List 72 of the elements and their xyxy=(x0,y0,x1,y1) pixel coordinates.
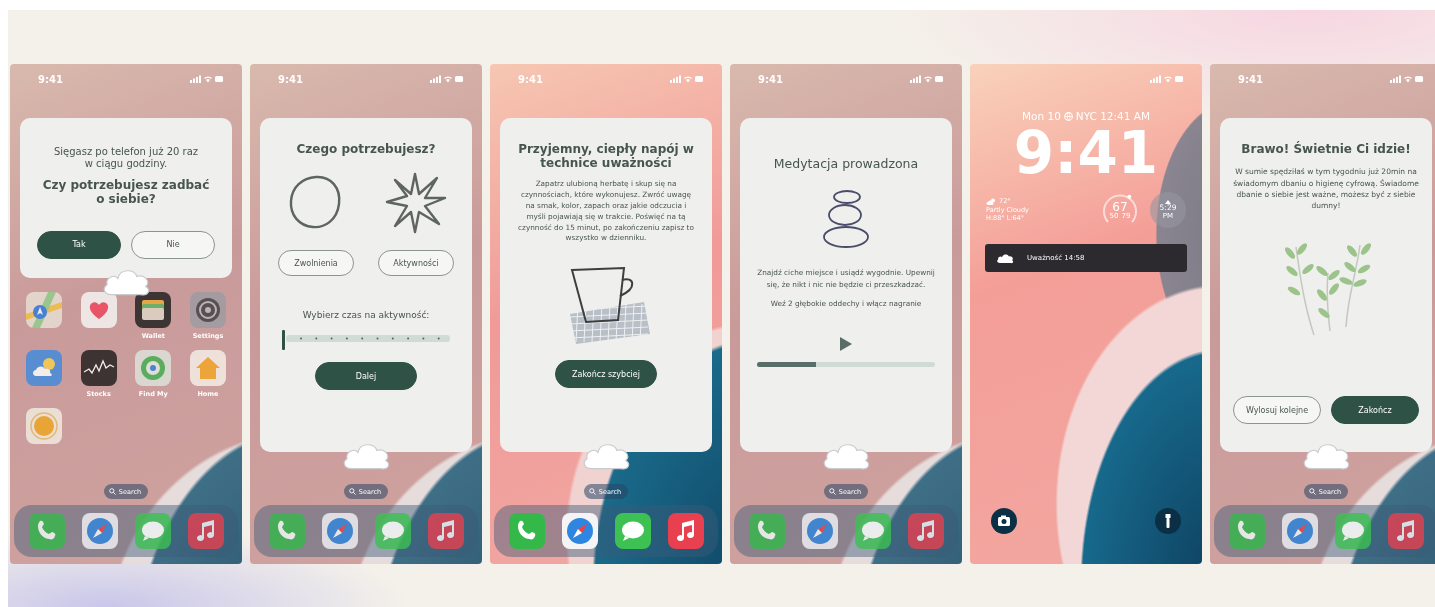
secondary-button[interactable]: Zwolnienia xyxy=(278,250,354,277)
dialog-title: Medytacja prowadzona xyxy=(772,156,920,171)
status-time: 9:41 xyxy=(518,73,543,85)
status-time: 9:41 xyxy=(278,73,303,85)
status-icons xyxy=(670,75,704,83)
globe-icon xyxy=(1063,111,1073,121)
stacked-stones-drawing xyxy=(820,189,872,249)
status-icons xyxy=(190,75,224,83)
music-note-icon[interactable] xyxy=(427,513,464,549)
search-icon xyxy=(588,488,596,495)
camera-icon[interactable] xyxy=(991,508,1017,534)
chat-bubble-icon[interactable] xyxy=(1334,513,1371,549)
phone-icon[interactable] xyxy=(508,513,545,549)
play-icon[interactable] xyxy=(839,336,853,352)
dialog-question: Czy potrzebujesz zadbać o siebie? xyxy=(41,179,211,207)
status-icons xyxy=(430,75,464,83)
time-slider[interactable] xyxy=(282,330,450,347)
search-icon xyxy=(108,488,116,495)
chat-bubble-icon[interactable] xyxy=(134,513,171,549)
dialog-title: Brawo! Świetnie Ci idzie! xyxy=(1240,142,1412,157)
compass-icon[interactable] xyxy=(801,513,838,549)
compass-icon[interactable] xyxy=(561,513,598,549)
slider-thumb[interactable] xyxy=(282,330,285,351)
cloud-icon xyxy=(995,251,1015,265)
cloud-sun-icon xyxy=(986,197,996,205)
music-note-icon[interactable] xyxy=(667,513,704,549)
world-clock: NYC 12:41 AM xyxy=(1075,110,1150,122)
wallet-icon[interactable] xyxy=(135,292,172,328)
status-icons xyxy=(1150,75,1184,83)
phone-icon[interactable] xyxy=(1228,513,1265,549)
music-note-icon[interactable] xyxy=(1387,513,1424,549)
compass-icon[interactable] xyxy=(81,513,118,549)
map-icon[interactable] xyxy=(26,292,62,328)
dialog-title: Czego potrzebujesz? xyxy=(295,142,437,157)
status-icons xyxy=(910,75,944,83)
secondary-button[interactable]: Nie xyxy=(131,230,215,259)
lock-time: 9:41 xyxy=(1013,124,1159,182)
secondary-button[interactable]: Wylosuj kolejne xyxy=(1233,396,1321,424)
phone-icon[interactable] xyxy=(748,513,785,549)
search-icon xyxy=(828,488,836,495)
chat-bubble-icon[interactable] xyxy=(374,513,411,549)
phone-icon[interactable] xyxy=(268,513,305,549)
chat-bubble-icon[interactable] xyxy=(854,513,891,549)
section-label: Wybierz czas na aktywność: xyxy=(302,310,430,321)
lock-date: Mon 10 xyxy=(1021,110,1061,122)
search-icon xyxy=(348,488,356,495)
dialog-title: Przyjemny, ciepły napój w technice uważności xyxy=(517,142,695,171)
chat-bubble-icon[interactable] xyxy=(614,513,651,549)
primary-button[interactable]: Tak xyxy=(37,230,121,259)
music-note-icon[interactable] xyxy=(187,513,224,549)
secondary-button[interactable]: Aktywności xyxy=(378,250,454,277)
sun-icon[interactable] xyxy=(26,408,62,444)
gauge-value: 67 xyxy=(1112,200,1128,213)
status-time: 9:41 xyxy=(758,73,783,85)
line-chart-icon[interactable] xyxy=(80,350,117,386)
dialog-message: Sięgasz po telefon już 20 raz w ciągu godziny. xyxy=(52,146,200,170)
search-icon xyxy=(1308,488,1316,495)
primary-button[interactable]: Dalej xyxy=(315,362,417,391)
location-icon[interactable] xyxy=(135,350,172,386)
gear-icon[interactable] xyxy=(189,292,226,328)
flashlight-icon[interactable] xyxy=(1155,508,1181,534)
primary-button[interactable]: Zakończ szybciej xyxy=(555,360,657,389)
phone-icon[interactable] xyxy=(28,513,65,549)
cloud-sun-icon[interactable] xyxy=(26,350,62,386)
compass-icon[interactable] xyxy=(1281,513,1318,549)
primary-button[interactable]: Zakończ xyxy=(1331,396,1419,424)
compass-icon[interactable] xyxy=(321,513,358,549)
status-time: 9:41 xyxy=(1238,73,1263,85)
house-icon[interactable] xyxy=(189,350,226,386)
status-time: 9:41 xyxy=(38,73,63,85)
music-note-icon[interactable] xyxy=(907,513,944,549)
status-icons xyxy=(1390,75,1424,83)
